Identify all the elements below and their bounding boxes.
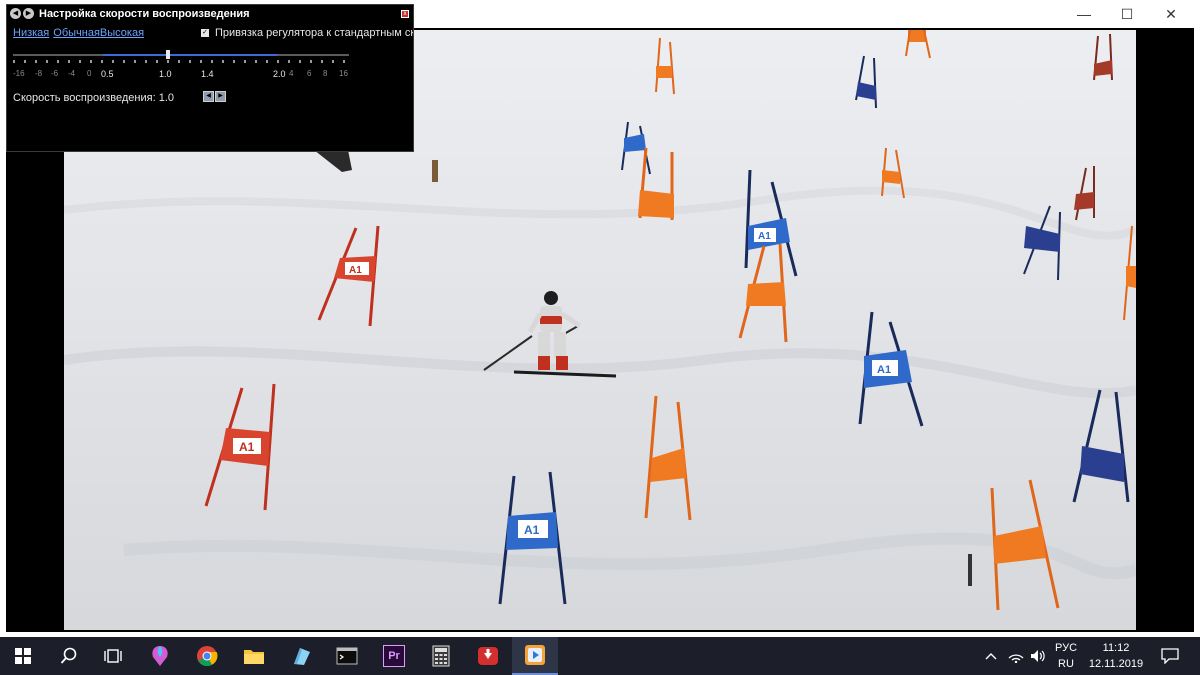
snap-checkbox[interactable]: ✓	[201, 29, 209, 37]
task-view-button[interactable]	[90, 637, 136, 675]
terminal-icon	[336, 647, 358, 665]
dialog-close-button[interactable]: x	[401, 10, 409, 18]
maximize-button[interactable]: ☐	[1104, 0, 1150, 28]
slider-ticks	[13, 60, 349, 63]
slider-fill	[103, 54, 277, 56]
language-code: РУС	[1054, 642, 1078, 654]
forward-icon[interactable]: ▶	[23, 8, 34, 19]
tick-label: 0	[87, 69, 92, 78]
slider-tick-labels: -16 -8 -6 -4 0 0.5 1.0 1.4 2.0 4 6 8 16	[13, 69, 373, 81]
gate-label: A1	[239, 440, 255, 454]
tick-label: 1.0	[159, 69, 172, 79]
start-button[interactable]	[0, 637, 46, 675]
speed-readout: Скорость воспроизведения: 1.0	[13, 92, 174, 104]
svg-text:A1: A1	[758, 231, 771, 242]
preset-normal-link[interactable]: Обычная	[53, 27, 100, 39]
action-center-button[interactable]	[1152, 637, 1188, 675]
task-view-icon	[104, 649, 122, 663]
speed-slider[interactable]	[13, 49, 349, 63]
tick-label: 16	[339, 69, 348, 78]
speed-up-button[interactable]: ▶	[215, 91, 226, 102]
tray-volume[interactable]	[1027, 637, 1049, 675]
taskbar-calculator[interactable]	[418, 637, 464, 675]
tick-label: -4	[68, 69, 76, 78]
chrome-icon	[197, 646, 218, 667]
language-indicator[interactable]: РУС RU	[1052, 640, 1080, 672]
preset-high-link[interactable]: Высокая	[100, 27, 144, 39]
timing-post	[968, 554, 972, 586]
svg-text:A1: A1	[877, 364, 891, 376]
taskbar-chrome[interactable]	[184, 637, 230, 675]
windows-logo-icon	[15, 648, 31, 664]
download-icon	[478, 647, 498, 665]
tick-label: -8	[35, 69, 43, 78]
speed-step-buttons: ◀ ▶	[203, 91, 226, 102]
keyboard-layout: RU	[1058, 658, 1074, 670]
tick-label: 0.5	[101, 69, 114, 79]
tray-chevron[interactable]	[980, 637, 1002, 675]
chevron-up-icon	[985, 653, 997, 660]
taskbar-premiere[interactable]: Pr	[371, 637, 417, 675]
speed-presets: Низкая ОбычнаяВысокая ✓ Привязка регулято…	[13, 27, 413, 41]
photos-icon	[294, 648, 310, 665]
calculator-icon	[432, 645, 450, 667]
clock-date: 12.11.2019	[1088, 658, 1144, 670]
marker-post	[432, 160, 438, 182]
media-player-icon	[525, 645, 545, 665]
taskbar: Pr РУС RU 11:12 12.11.2019	[0, 637, 1200, 675]
clock[interactable]: 11:12 12.11.2019	[1084, 640, 1148, 672]
dialog-title: Настройка скорости воспроизведения	[39, 7, 250, 20]
tick-label: 2.0	[273, 69, 286, 79]
minimize-button[interactable]: —	[1061, 0, 1107, 28]
paint3d-icon	[152, 646, 168, 666]
taskbar-file-explorer[interactable]	[231, 637, 277, 675]
folder-icon	[244, 650, 264, 664]
snap-label: Привязка регулятора к стандартным скорос…	[215, 27, 413, 39]
svg-text:A1: A1	[524, 523, 540, 537]
premiere-pro-icon: Pr	[383, 645, 405, 667]
search-button[interactable]	[46, 637, 92, 675]
tray-network[interactable]	[1004, 637, 1028, 675]
notification-icon	[1161, 648, 1179, 664]
speaker-icon	[1031, 650, 1045, 662]
svg-text:A1: A1	[349, 265, 362, 276]
tick-label: 1.4	[201, 69, 214, 79]
wifi-icon	[1008, 654, 1024, 663]
back-icon[interactable]: ◀	[10, 8, 21, 19]
slider-thumb[interactable]	[166, 50, 170, 59]
taskbar-downloader[interactable]	[465, 637, 511, 675]
tick-label: 6	[307, 69, 312, 78]
taskbar-photos[interactable]	[278, 637, 324, 675]
search-icon	[60, 647, 77, 664]
speed-settings-dialog: ◀ ▶ Настройка скорости воспроизведения x…	[6, 4, 414, 152]
tick-label: -6	[51, 69, 59, 78]
clock-time: 11:12	[1102, 642, 1130, 654]
taskbar-media-player[interactable]	[512, 637, 558, 675]
tick-label: 4	[289, 69, 294, 78]
snap-option: ✓ Привязка регулятора к стандартным скор…	[201, 27, 413, 39]
taskbar-paint3d[interactable]	[137, 637, 183, 675]
tick-label: -16	[13, 69, 25, 78]
tick-label: 8	[323, 69, 328, 78]
taskbar-terminal[interactable]	[324, 637, 370, 675]
speed-down-button[interactable]: ◀	[203, 91, 214, 102]
speed-text: Скорость воспроизведения: 1.0	[13, 92, 174, 104]
close-button[interactable]: ✕	[1148, 0, 1194, 28]
preset-low-link[interactable]: Низкая	[13, 27, 49, 39]
dialog-titlebar: ◀ ▶ Настройка скорости воспроизведения	[7, 5, 413, 22]
